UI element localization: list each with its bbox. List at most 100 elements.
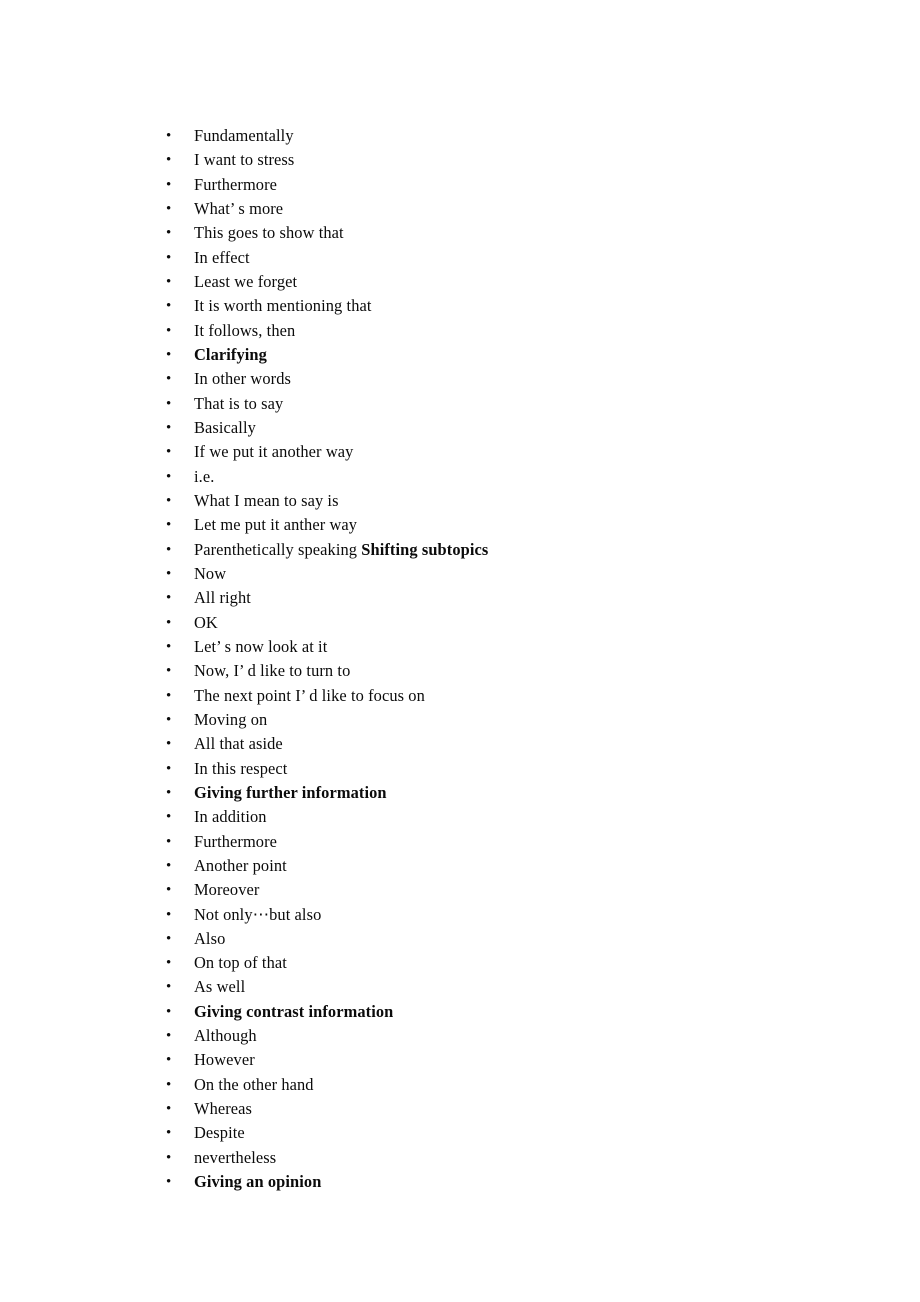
list-item: • Parenthetically speaking Shifting subtop… (0, 538, 920, 562)
bullet-point-icon: • (166, 1101, 172, 1118)
list-item: • All right (0, 586, 920, 610)
bullet-point-icon: • (166, 346, 172, 363)
list-item: • Giving further information (0, 781, 920, 805)
list-item-label: Fundamentally (194, 126, 294, 145)
list-item-label: However (194, 1050, 255, 1070)
bullet-point-icon: • (166, 565, 172, 582)
document-page: • Fundamentally • I want to stress • Furtherm… (0, 0, 920, 1302)
bullet-point-icon: • (166, 444, 172, 461)
list-item-label: The next point I’ d like to focus on (194, 685, 425, 705)
bullet-point-icon: • (166, 979, 172, 996)
list-item-label: Moving on (194, 709, 268, 729)
list-item-label: Let me put it anther way (194, 515, 358, 535)
list-item: • Not only⋯but also (0, 903, 920, 927)
list-item: • This goes to show that (0, 221, 920, 245)
list-item: • That is to say (0, 392, 920, 416)
bullet-point-icon: • (166, 273, 172, 290)
list-item-label: I want to stress (194, 150, 295, 170)
list-item-label: Giving an opinion (194, 1172, 322, 1192)
list-item: • Let me put it anther way (0, 513, 920, 537)
list-item: • Let’ s now look at it (0, 635, 920, 659)
bullet-point-icon: • (166, 955, 172, 972)
list-item-label: Clarifying (194, 344, 267, 364)
list-item-label: i.e. (194, 466, 215, 486)
bullet-point-icon: • (166, 809, 172, 826)
list-item: • Whereas (0, 1097, 920, 1121)
bullet-point-icon: • (166, 614, 172, 631)
list-item: • Moreover (0, 878, 920, 902)
bullet-point-icon: • (166, 663, 172, 680)
list-item: • Clarifying (0, 343, 920, 367)
list-item-label: On the other hand (194, 1074, 314, 1094)
bullet-point-icon: • (166, 225, 172, 242)
list-item: • In addition (0, 805, 920, 829)
list-item: • If we put it another way (0, 440, 920, 464)
bullet-point-icon: • (166, 1149, 172, 1166)
list-item: • On top of that (0, 951, 920, 975)
list-item: • What I mean to say is (0, 489, 920, 513)
list-item: • It follows, then (0, 319, 920, 343)
list-item: • In other words (0, 367, 920, 391)
list-item: • OK (0, 611, 920, 635)
list-item-label: As well (194, 977, 246, 997)
list-item-label: Despite (194, 1123, 245, 1143)
list-item: • nevertheless (0, 1146, 920, 1170)
bullet-point-icon: • (166, 395, 172, 412)
list-item-label: On top of that (194, 953, 287, 973)
list-item-label: All that aside (194, 734, 283, 754)
bullet-point-icon: • (166, 419, 172, 436)
list-item: • It is worth mentioning that (0, 294, 920, 318)
list-item: • However (0, 1048, 920, 1072)
list-item-label: Another point (194, 855, 287, 875)
list-item-label: Giving contrast information (194, 1001, 394, 1021)
list-item: • Although (0, 1024, 920, 1048)
list-item: • i.e. (0, 465, 920, 489)
phrase-bullet-list: • Fundamentally • I want to stress • Furtherm… (0, 124, 920, 1194)
list-item-label: Whereas (194, 1099, 253, 1119)
list-item-label: Now, I’ d like to turn to (194, 661, 351, 681)
list-item-label: Furthermore (194, 831, 278, 851)
list-item-label: In this respect (194, 758, 288, 778)
list-item: • I want to stress (0, 148, 920, 172)
list-item: • Least we forget (0, 270, 920, 294)
list-item: • Fundamentally (0, 124, 920, 148)
list-item-label: Least we forget (194, 271, 298, 291)
list-item-label: If we put it another way (194, 442, 354, 462)
list-item: • Furthermore (0, 830, 920, 854)
bullet-point-icon: • (166, 468, 172, 485)
list-item-label: In effect (194, 247, 250, 267)
list-item: • Furthermore (0, 173, 920, 197)
list-item: • In this respect (0, 757, 920, 781)
bullet-point-icon: • (166, 1125, 172, 1142)
bullet-point-icon: • (166, 882, 172, 899)
bullet-point-icon: • (166, 736, 172, 753)
list-item: • What’ s more (0, 197, 920, 221)
list-item-label: That is to say (194, 393, 284, 413)
bullet-point-icon: • (166, 371, 172, 388)
list-item-label: In addition (194, 807, 267, 827)
list-item: • Moving on (0, 708, 920, 732)
bullet-point-icon: • (166, 857, 172, 874)
bullet-point-icon: • (166, 249, 172, 266)
bullet-point-icon: • (166, 687, 172, 704)
list-item: • Basically (0, 416, 920, 440)
bullet-point-icon: • (166, 1076, 172, 1093)
list-item-label: Furthermore (194, 174, 278, 194)
list-item-label: Not only⋯but also (194, 904, 322, 924)
bullet-point-icon: • (166, 517, 172, 534)
bullet-point-icon: • (166, 590, 172, 607)
bullet-point-icon: • (166, 152, 172, 169)
list-item: • Now (0, 562, 920, 586)
bullet-point-icon: • (166, 200, 172, 217)
bullet-point-icon: • (166, 711, 172, 728)
list-item-label: All right (194, 588, 251, 608)
list-item: • On the other hand (0, 1073, 920, 1097)
list-item-label: Moreover (194, 880, 260, 900)
list-item-label: Giving further information (194, 782, 387, 802)
list-item-label: Parenthetically speaking (194, 539, 358, 559)
list-item: • Giving an opinion (0, 1170, 920, 1194)
list-item-label: Let’ s now look at it (194, 636, 328, 656)
bullet-point-icon: • (166, 760, 172, 777)
list-item-label: What’ s more (194, 198, 284, 218)
bullet-point-icon: • (166, 128, 172, 144)
